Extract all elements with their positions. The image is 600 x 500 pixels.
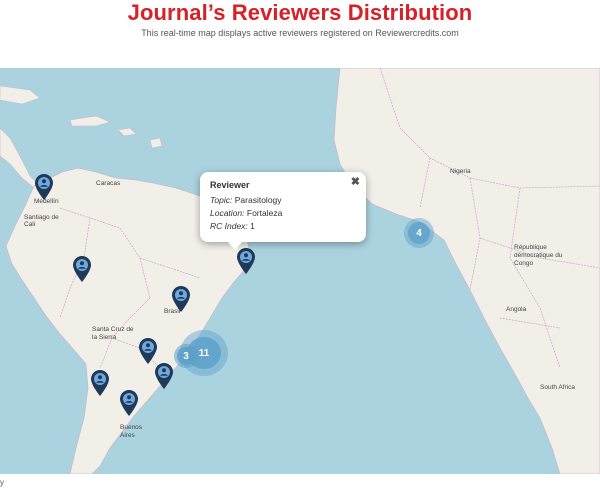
cluster-southeast-brazil-small[interactable]: 3 [174, 344, 198, 368]
popup-location: Location: Fortaleza [210, 207, 356, 220]
marker-pin-icon [35, 174, 53, 200]
label-caracas: Caracas [96, 180, 121, 187]
popup-rc-index: RC Index: 1 [210, 220, 356, 233]
africa-land [333, 68, 600, 474]
marker-porto-alegre[interactable] [155, 363, 173, 389]
caribbean-islands [0, 85, 163, 149]
marker-pin-icon [237, 248, 255, 274]
label-buenos-aires: Buenos Aires [120, 424, 143, 439]
popup-rc-index-value: 1 [250, 221, 255, 231]
header: Journal’s Reviewers Distribution This re… [0, 0, 600, 68]
label-santa-cruz: Santa Cruz de la Sierra [92, 326, 134, 341]
marker-pin-icon [120, 390, 138, 416]
marker-pin-icon [155, 363, 173, 389]
map-canvas[interactable]: Caracas Medellín Santiago de Cali Brasil… [0, 68, 600, 474]
page-title: Journal’s Reviewers Distribution [127, 0, 473, 25]
marker-pin-icon [73, 256, 91, 282]
label-nigeria: Nigeria [450, 168, 471, 175]
close-icon[interactable]: ✖ [351, 175, 360, 188]
page-subtitle: This real-time map displays active revie… [141, 28, 459, 38]
cluster-count: 4 [416, 227, 422, 239]
marker-buenos-aires[interactable] [120, 390, 138, 416]
footer: y [0, 474, 600, 500]
reviewer-popup: ✖ Reviewer Topic: Parasitology Location:… [200, 172, 366, 242]
cluster-count: 11 [198, 347, 210, 359]
label-angola: Angola [506, 306, 527, 313]
popup-rc-index-label: RC Index: [210, 221, 248, 231]
marker-pin-icon [172, 286, 190, 312]
marker-pin-icon [91, 370, 109, 396]
label-santiago-de-cali: Santiago de Cali [24, 214, 59, 228]
popup-title: Reviewer [210, 180, 250, 190]
marker-medellin[interactable] [35, 174, 53, 200]
cluster-atlantic[interactable]: 4 [404, 218, 434, 248]
central-america [0, 127, 39, 189]
footer-mark: y [0, 478, 4, 487]
popup-tip [228, 242, 242, 250]
marker-fortaleza[interactable] [237, 248, 255, 274]
label-rdc: République démocratique du Congo [514, 244, 563, 267]
marker-pin-icon [139, 338, 157, 364]
marker-argentina-north[interactable] [91, 370, 109, 396]
label-south-africa: South Africa [540, 384, 576, 391]
popup-topic-label: Topic: [210, 195, 233, 205]
marker-paraguay[interactable] [139, 338, 157, 364]
marker-brasilia[interactable] [172, 286, 190, 312]
popup-topic: Topic: Parasitology [210, 194, 356, 207]
marker-peru-north[interactable] [73, 256, 91, 282]
popup-topic-value: Parasitology [234, 195, 282, 205]
popup-location-value: Fortaleza [246, 208, 283, 218]
cluster-count: 3 [183, 350, 189, 362]
popup-location-label: Location: [210, 208, 245, 218]
